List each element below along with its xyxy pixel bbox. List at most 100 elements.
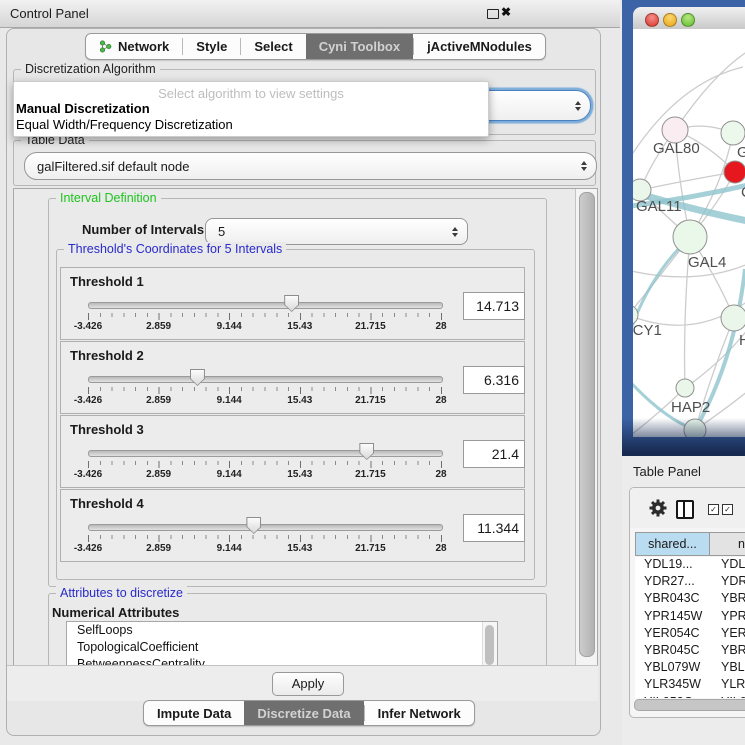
settings-scrollbar-thumb[interactable] [579,192,595,657]
group-title: Attributes to discretize [56,586,187,600]
numerical-attributes-list: SelfLoops TopologicalCoefficient Between… [66,621,498,667]
threshold-value-field[interactable]: 6.316 [463,366,525,394]
float-window-icon[interactable] [487,9,499,19]
table-row[interactable]: YBR043CYBR0 [635,591,745,608]
table-toolbar: ✓ ✓ [630,488,745,528]
apply-strip: Apply [7,665,598,701]
dropdown-item-equal-width-frequency[interactable]: Equal Width/Frequency Discretization [16,117,233,132]
table-data-combo-value: galFiltered.sif default node [25,159,189,174]
threshold-label: Threshold 1 [70,274,144,289]
tab-style[interactable]: Style [183,34,240,59]
network-window-titlebar[interactable] [633,7,745,30]
threshold-slider-track[interactable] [88,302,443,309]
table-row[interactable]: YBL079WYBL0 [635,660,745,677]
column-header-name[interactable]: name [710,532,745,556]
tab-infer-network[interactable]: Infer Network [365,701,474,725]
threshold-label: Threshold 2 [70,348,144,363]
list-scrollbar[interactable] [482,622,497,667]
list-scrollbar-thumb[interactable] [485,625,494,665]
node-label: C [741,184,745,201]
slider-ticks-major [88,387,442,394]
apply-button[interactable]: Apply [272,672,344,696]
node-table: ✓ ✓ shared... name YDL19...YDL1 YDR27...… [629,487,745,718]
node-label: GAL80 [653,140,700,157]
threshold-panel: Threshold 3 -3.426 2.859 9.144 15.43 21.… [60,415,525,488]
threshold-label: Threshold 3 [70,422,144,437]
tab-discretize-data[interactable]: Discretize Data [244,701,363,725]
threshold-label: Threshold 4 [70,496,144,511]
table-data-combo[interactable]: galFiltered.sif default node [24,152,597,180]
tab-jactivemnodules[interactable]: jActiveMNodules [414,34,545,59]
minimize-traffic-light[interactable] [663,13,677,27]
combo-stepper-icon [581,161,587,171]
threshold-panel: Threshold 4 -3.426 2.859 9.144 15.43 21.… [60,489,525,562]
table-data-group: Table Data galFiltered.sif default node [13,140,596,186]
slider-ticks-major [88,535,442,542]
node-label: GCY1 [633,322,662,339]
group-title: Interval Definition [56,191,161,205]
slider-ticks-major [88,313,442,320]
list-item[interactable]: TopologicalCoefficient [67,639,497,656]
threshold-slider-track[interactable] [88,524,443,531]
threshold-slider-thumb[interactable] [190,369,205,386]
zoom-traffic-light[interactable] [681,13,695,27]
tab-network[interactable]: Network [86,34,182,59]
table-row[interactable]: YER054CYER0 [635,626,745,643]
dropdown-hint: Select algorithm to view settings [14,86,488,101]
threshold-value-field[interactable]: 21.4 [463,440,525,468]
threshold-slider-thumb[interactable] [284,295,299,312]
tab-select[interactable]: Select [241,34,305,59]
threshold-value-field[interactable]: 14.713 [463,292,525,320]
numerical-attributes-label: Numerical Attributes [52,605,179,620]
app-root: Control Panel ✖ Network Style Select Cyn… [0,0,745,745]
columns-icon[interactable] [676,500,694,519]
table-horizontal-scrollbar[interactable] [633,698,745,711]
threshold-value-field[interactable]: 11.344 [463,514,525,542]
slider-ticks-major [88,461,442,468]
dropdown-item-manual-discretization[interactable]: Manual Discretization [16,101,150,116]
network-view-frame: GAL80 GA C GAL11 GAL4 GCY1 H HAP2 [622,0,745,456]
settings-scrollpane: Interval Definition Number of Intervals … [13,188,598,667]
node-label: GAL4 [688,254,726,271]
table-panel: Table Panel ✓ ✓ shared... [622,456,745,745]
network-icon [99,40,112,53]
combo-stepper-icon [575,101,581,111]
frame-bottom-shade [622,418,745,456]
number-of-intervals-value: 5 [206,224,225,239]
node-hap2[interactable] [676,379,694,397]
attributes-group: Attributes to discretize Numerical Attri… [48,593,547,667]
checkbox-icon[interactable]: ✓ [722,504,733,515]
node-right-low[interactable] [721,305,745,331]
number-of-intervals-combo[interactable]: 5 [205,218,468,245]
table-row[interactable]: YPR145WYPR1 [635,609,745,626]
threshold-slider-thumb[interactable] [246,517,261,534]
tab-impute-data[interactable]: Impute Data [144,701,244,725]
settings-scrollbar[interactable] [575,189,597,666]
table-row[interactable]: YDR27...YDR2 [635,574,745,591]
control-panel-titlebar: Control Panel ✖ [0,0,620,28]
threshold-slider-thumb[interactable] [359,443,374,460]
table-row[interactable]: YLR345WYLR3 [635,677,745,694]
node-label: GAL11 [636,198,682,215]
network-canvas[interactable]: GAL80 GA C GAL11 GAL4 GCY1 H HAP2 [633,29,745,437]
network-graph: GAL80 GA C GAL11 GAL4 GCY1 H HAP2 [633,29,745,437]
list-item[interactable]: SelfLoops [67,622,497,639]
node-selected-red[interactable] [724,161,745,183]
threshold-slider-track[interactable] [88,450,443,457]
node-top-right[interactable] [721,121,745,145]
node-gal4[interactable] [673,220,707,254]
table-horizontal-scrollbar-thumb[interactable] [634,699,745,711]
threshold-slider-track[interactable] [88,376,443,383]
algorithm-dropdown-popup: Select algorithm to view settings Manual… [13,81,489,137]
tab-cyni-toolbox[interactable]: Cyni Toolbox [306,34,413,59]
gear-icon[interactable] [648,498,668,518]
table-panel-title: Table Panel [633,464,701,479]
column-header-shared-name[interactable]: shared... [635,532,710,556]
table-row[interactable]: YDL19...YDL1 [635,557,745,574]
checkbox-icon[interactable]: ✓ [708,504,719,515]
close-traffic-light[interactable] [645,13,659,27]
close-icon[interactable]: ✖ [501,5,511,19]
table-row[interactable]: YBR045CYBR0 [635,643,745,660]
node-label: H [739,332,745,349]
cyni-mode-tabs: Impute Data Discretize Data Infer Networ… [143,700,475,726]
